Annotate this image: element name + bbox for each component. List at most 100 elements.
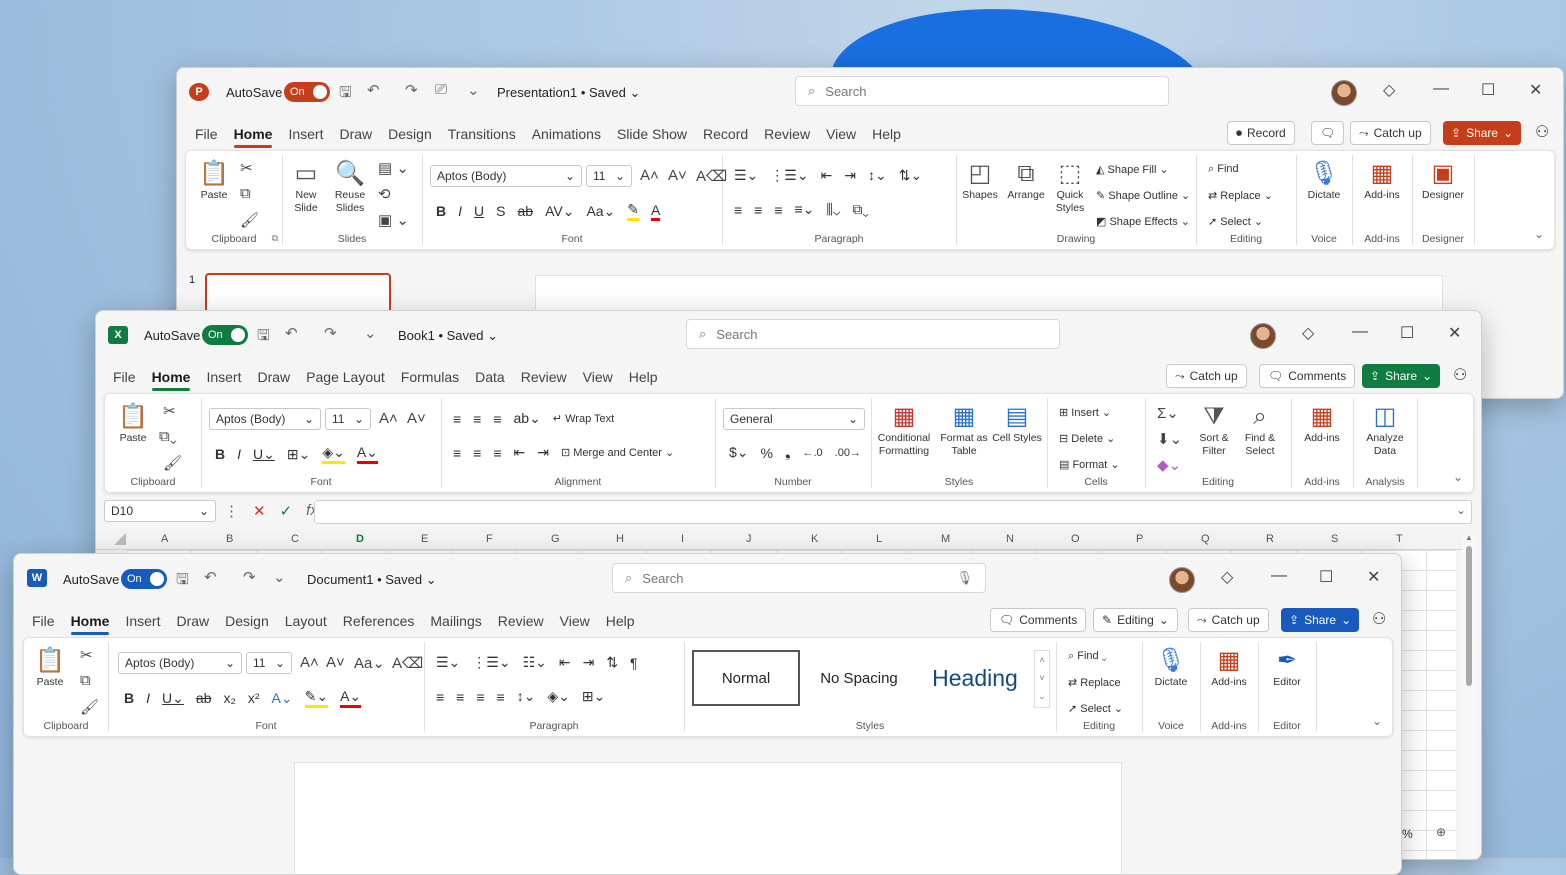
present-icon[interactable]: ⎚	[435, 81, 447, 98]
format-painter-icon[interactable]: 🖌	[240, 211, 259, 229]
paste-button[interactable]: 📋 Paste	[30, 646, 70, 689]
tab-file[interactable]: File	[105, 369, 144, 385]
tab-view[interactable]: View	[552, 613, 598, 629]
collapse-ribbon-icon[interactable]: ⌄	[1453, 470, 1463, 484]
find-button[interactable]: ⌕ Find	[1208, 163, 1239, 176]
shape-fill-button[interactable]: ◭ Shape Fill ⌄	[1096, 163, 1169, 176]
autosave-toggle[interactable]: On	[121, 569, 167, 589]
highlight-icon[interactable]: ✎⌄	[304, 688, 329, 708]
wrap-text-button[interactable]: ↵ Wrap Text	[553, 412, 614, 425]
save-icon[interactable]: 🖫	[339, 82, 352, 107]
show-formatting-marks-icon[interactable]: ¶	[630, 655, 638, 671]
autosum-icon[interactable]: Σ⌄	[1157, 404, 1179, 422]
format-painter-icon[interactable]: 🖌	[163, 454, 182, 472]
column-header[interactable]: P	[1136, 533, 1143, 545]
tab-file[interactable]: File	[24, 613, 63, 629]
redo-icon[interactable]: ↷	[243, 568, 256, 586]
bold-icon[interactable]: B	[215, 446, 225, 462]
font-color-icon[interactable]: A	[651, 202, 661, 221]
decrease-indent-icon[interactable]: ⇤	[821, 167, 833, 184]
italic-icon[interactable]: I	[458, 203, 462, 219]
minimize-button[interactable]: —	[1271, 567, 1287, 585]
column-header[interactable]: O	[1071, 533, 1080, 545]
minimize-button[interactable]: —	[1433, 80, 1449, 98]
borders-icon[interactable]: ⊞⌄	[287, 446, 310, 463]
change-case-icon[interactable]: Aa⌄	[354, 654, 385, 672]
enter-icon[interactable]: ✓	[280, 502, 293, 520]
justify-icon[interactable]: ≡⌄	[795, 201, 815, 218]
close-button[interactable]: ✕	[1448, 323, 1461, 343]
tab-slide-show[interactable]: Slide Show	[609, 126, 695, 142]
font-name-dropdown[interactable]: Aptos (Body) ⌄	[118, 652, 242, 674]
tab-home[interactable]: Home	[144, 369, 199, 391]
bullets-icon[interactable]: ☰⌄	[436, 654, 460, 671]
tab-home[interactable]: Home	[63, 613, 118, 635]
maximize-button[interactable]: ☐	[1319, 567, 1333, 587]
tab-layout[interactable]: Layout	[277, 613, 335, 629]
cut-icon[interactable]: ✂	[80, 646, 93, 664]
increase-indent-icon[interactable]: ⇥	[583, 654, 595, 671]
delete-cells-button[interactable]: ⊟ Delete ⌄	[1059, 432, 1115, 445]
maximize-button[interactable]: ☐	[1400, 323, 1414, 343]
cut-icon[interactable]: ✂	[163, 402, 176, 420]
shadow-icon[interactable]: S	[496, 203, 505, 219]
replace-button[interactable]: ⇄ Replace ⌄	[1208, 189, 1273, 202]
redo-icon[interactable]: ↷	[324, 324, 337, 342]
cancel-icon[interactable]: ✕	[253, 502, 266, 520]
align-center-icon[interactable]: ≡	[456, 689, 464, 705]
close-button[interactable]: ✕	[1367, 567, 1380, 587]
undo-icon[interactable]: ↶	[204, 568, 217, 586]
column-header[interactable]: N	[1006, 533, 1014, 545]
insert-cells-button[interactable]: ⊞ Insert ⌄	[1059, 406, 1111, 419]
percent-icon[interactable]: %	[761, 445, 773, 461]
section-icon[interactable]: ▣ ⌄	[378, 211, 409, 229]
cell-styles-button[interactable]: ▤ Cell Styles	[991, 402, 1043, 445]
font-size-dropdown[interactable]: 11 ⌄	[325, 408, 371, 430]
strikethrough-icon[interactable]: ab	[517, 203, 533, 219]
tab-data[interactable]: Data	[467, 369, 513, 385]
currency-icon[interactable]: $⌄	[729, 444, 749, 461]
orientation-icon[interactable]: ab⌄	[514, 410, 541, 427]
change-case-icon[interactable]: Aa⌄	[586, 203, 615, 220]
column-header[interactable]: G	[551, 533, 560, 545]
search-box[interactable]: ⌕ Search 🎙	[612, 563, 986, 593]
reuse-slides-button[interactable]: 🔍 Reuse Slides	[330, 159, 370, 215]
align-right-icon[interactable]: ≡	[493, 445, 501, 461]
customize-qat-icon[interactable]: ⌄	[273, 568, 286, 586]
font-color-icon[interactable]: A⌄	[356, 444, 378, 464]
column-header[interactable]: B	[226, 533, 233, 545]
tab-insert[interactable]: Insert	[198, 369, 249, 385]
increase-decimal-icon[interactable]: ←.0	[802, 447, 822, 459]
column-header[interactable]: R	[1266, 533, 1274, 545]
account-avatar[interactable]	[1331, 80, 1357, 106]
customize-qat-icon[interactable]: ⌄	[364, 324, 377, 342]
style-no-spacing[interactable]: No Spacing	[804, 650, 914, 706]
top-align-icon[interactable]: ≡	[453, 411, 461, 427]
tab-record[interactable]: Record	[695, 126, 756, 142]
collapse-ribbon-icon[interactable]: ⌄	[1372, 714, 1382, 728]
font-color-icon[interactable]: A⌄	[340, 688, 362, 708]
column-header[interactable]: J	[746, 533, 752, 545]
tab-draw[interactable]: Draw	[168, 613, 217, 629]
format-cells-button[interactable]: ▤ Format ⌄	[1059, 458, 1120, 471]
underline-icon[interactable]: U⌄	[253, 446, 275, 463]
tab-file[interactable]: File	[187, 126, 226, 142]
column-header[interactable]: F	[486, 533, 493, 545]
add-ins-button[interactable]: ▦ Add-ins	[1356, 159, 1408, 202]
select-button[interactable]: ➚ Select ⌄	[1208, 215, 1263, 228]
style-heading[interactable]: Heading	[918, 650, 1032, 706]
voice-search-icon[interactable]: 🎙	[956, 570, 973, 586]
align-right-icon[interactable]: ≡	[476, 689, 484, 705]
tab-mailings[interactable]: Mailings	[422, 613, 489, 629]
collapse-ribbon-icon[interactable]: ⌄	[1534, 227, 1544, 241]
line-spacing-icon[interactable]: ↕⌄	[517, 688, 536, 705]
tab-insert[interactable]: Insert	[280, 126, 331, 142]
shading-icon[interactable]: ◈⌄	[547, 688, 570, 705]
decrease-indent-icon[interactable]: ⇤	[559, 654, 571, 671]
shape-effects-button[interactable]: ◩ Shape Effects ⌄	[1096, 215, 1190, 228]
find-button[interactable]: ⌕ Find ⌄	[1068, 650, 1107, 663]
add-ins-button[interactable]: ▦ Add-ins	[1295, 402, 1349, 445]
add-ins-button[interactable]: ▦ Add-ins	[1204, 646, 1254, 689]
replace-button[interactable]: ⇄ Replace	[1068, 676, 1121, 689]
search-box[interactable]: ⌕ Search	[686, 319, 1060, 349]
